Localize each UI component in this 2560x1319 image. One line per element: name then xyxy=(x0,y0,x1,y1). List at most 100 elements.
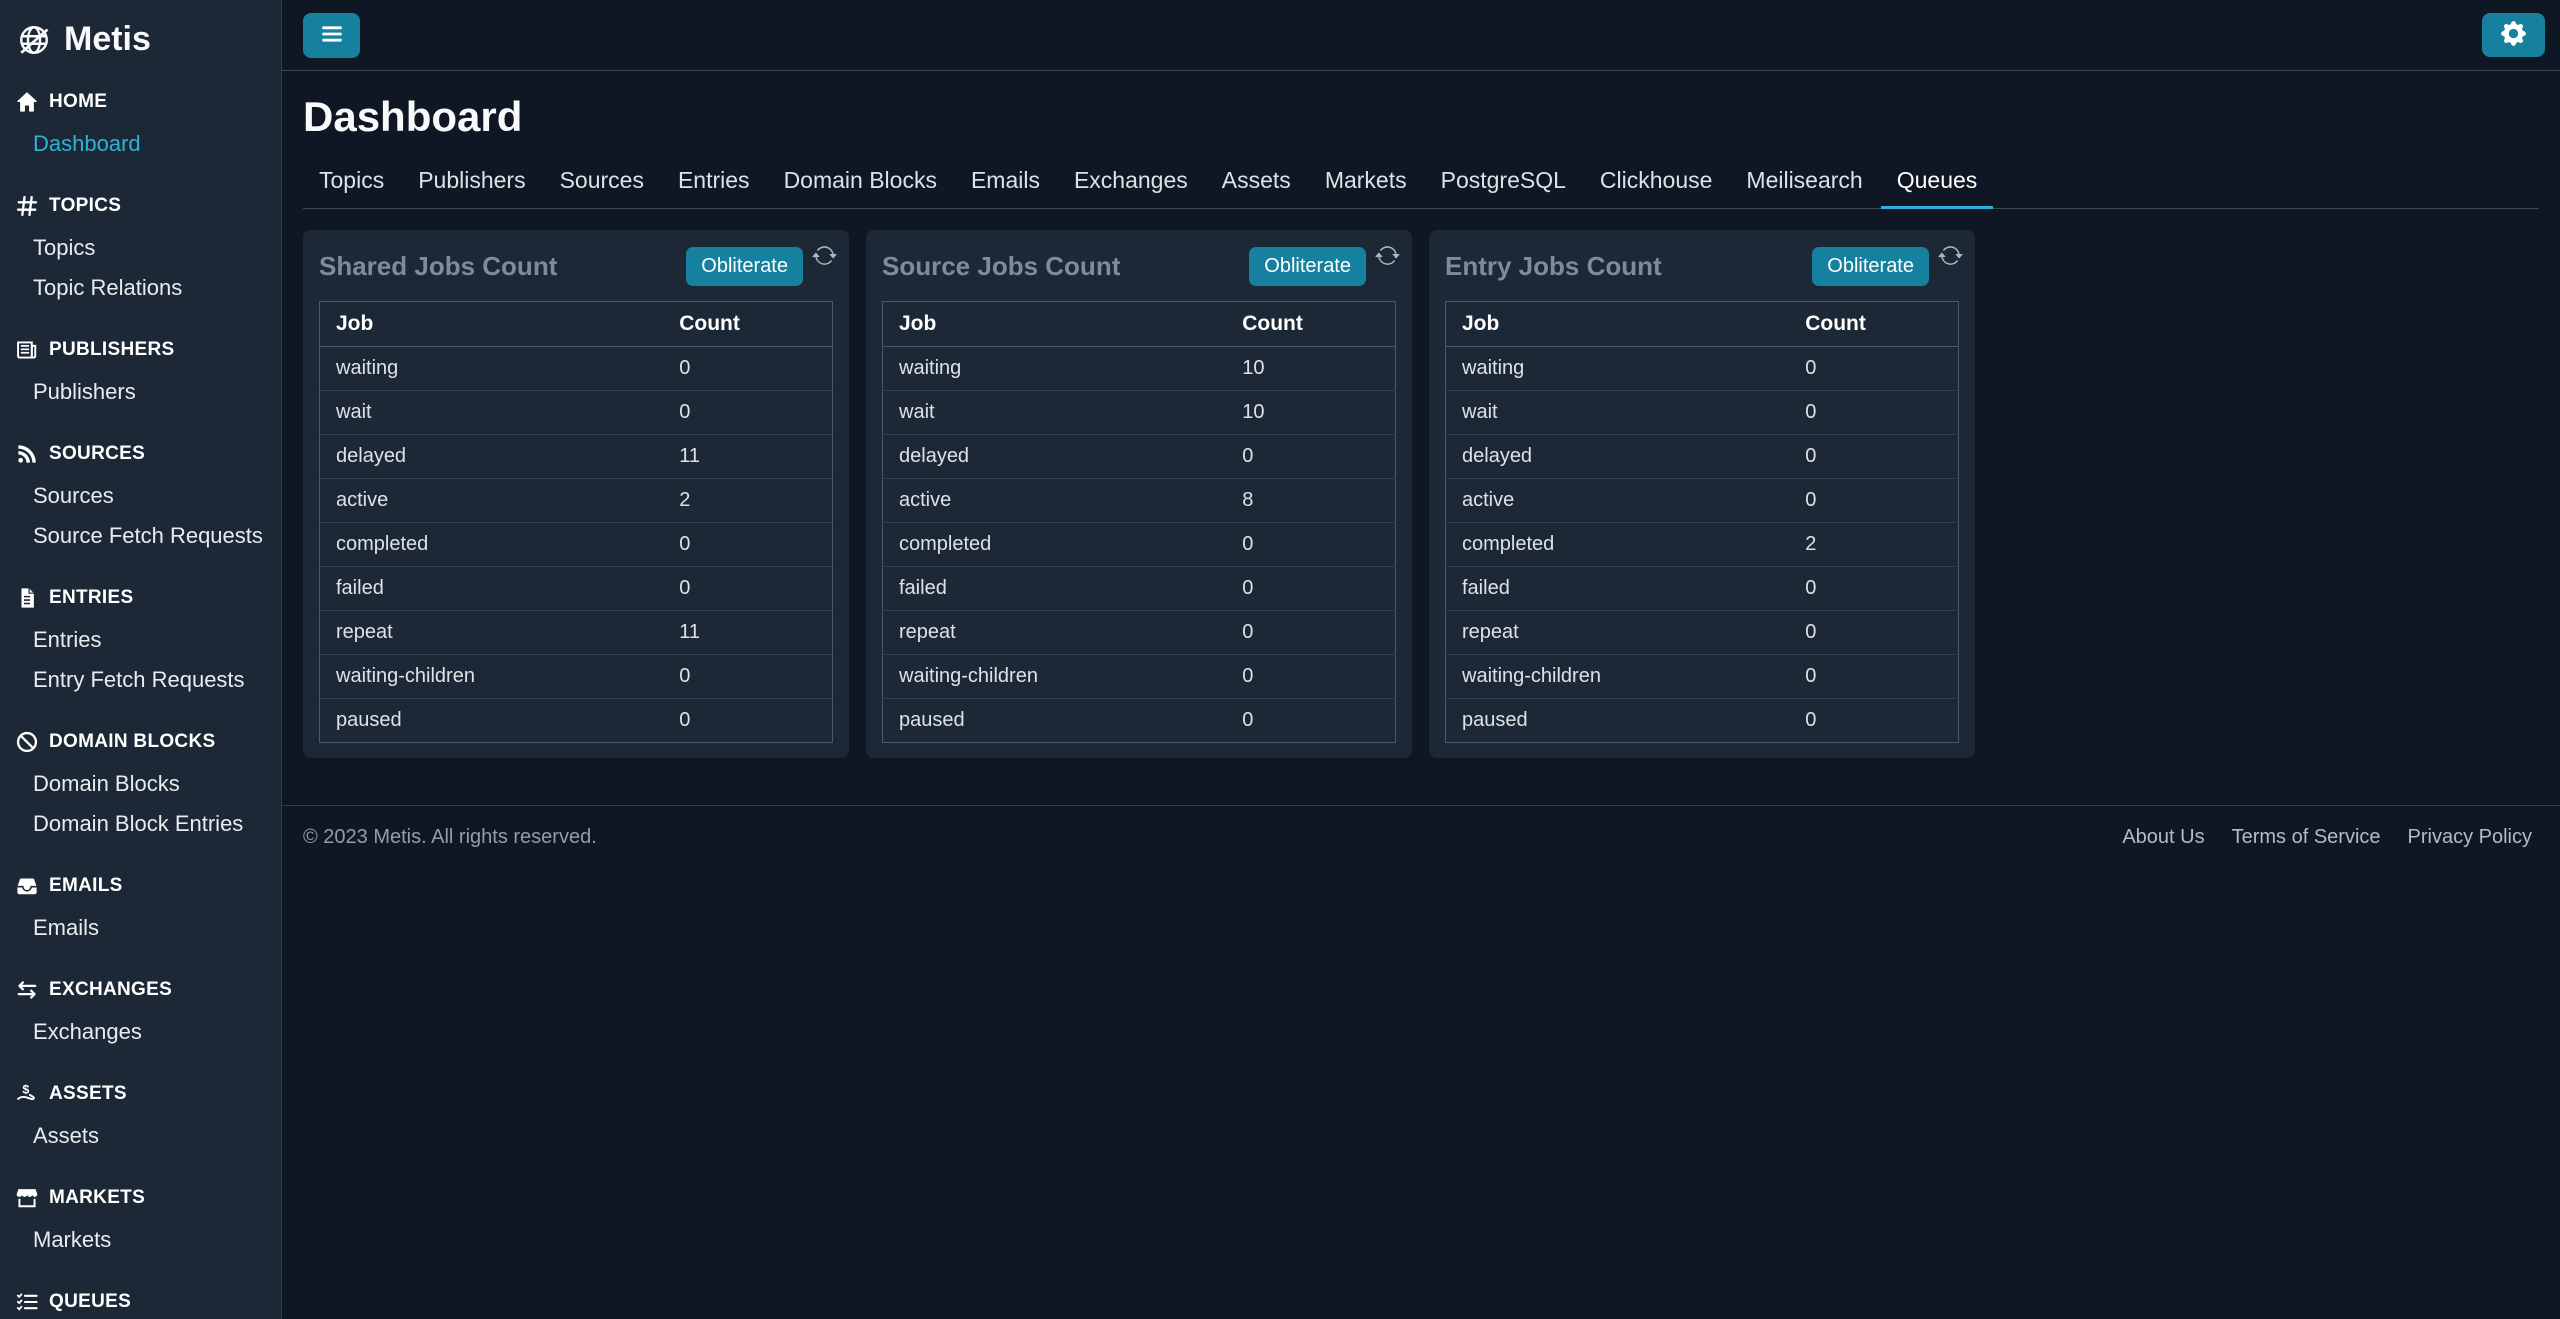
footer-links: About Us Terms of Service Privacy Policy xyxy=(2122,826,2532,849)
job-name-cell: delayed xyxy=(883,435,1227,479)
footer-link-privacy-policy[interactable]: Privacy Policy xyxy=(2408,826,2532,849)
jobs-table: JobCountwaiting0wait0delayed0active0comp… xyxy=(1445,301,1959,743)
tab-emails[interactable]: Emails xyxy=(955,157,1056,209)
job-name-cell: repeat xyxy=(1446,611,1790,655)
job-name-cell: delayed xyxy=(1446,435,1790,479)
store-icon xyxy=(16,1187,38,1209)
sidebar-item-domain-blocks[interactable]: Domain Blocks xyxy=(0,764,281,804)
topbar xyxy=(282,0,2560,71)
job-count-cell: 0 xyxy=(1226,611,1395,655)
column-header-count: Count xyxy=(663,302,832,347)
hand-dollar-icon: $ xyxy=(16,1083,38,1105)
column-header-count: Count xyxy=(1789,302,1958,347)
footer-link-about-us[interactable]: About Us xyxy=(2122,826,2204,849)
sidebar-item-topic-relations[interactable]: Topic Relations xyxy=(0,268,281,308)
sidebar-item-dashboard[interactable]: Dashboard xyxy=(0,124,281,164)
job-count-cell: 8 xyxy=(1226,479,1395,523)
main-area: Dashboard TopicsPublishersSourcesEntries… xyxy=(282,0,2560,1319)
job-count-cell: 11 xyxy=(663,435,832,479)
card-header: Source Jobs CountObliterate xyxy=(882,247,1396,286)
sidebar-heading-markets: MARKETS xyxy=(0,1185,281,1211)
exchange-arrows-icon xyxy=(16,979,38,1001)
sidebar-item-entries[interactable]: Entries xyxy=(0,620,281,660)
sidebar-section-publishers: PUBLISHERS Publishers xyxy=(0,337,281,412)
sidebar-item-topics[interactable]: Topics xyxy=(0,228,281,268)
tab-sources[interactable]: Sources xyxy=(544,157,660,209)
refresh-icon[interactable] xyxy=(1938,243,1963,268)
card-shared-jobs-count: Shared Jobs CountObliterateJobCountwaiti… xyxy=(303,230,849,758)
job-name-cell: completed xyxy=(883,523,1227,567)
tab-topics[interactable]: Topics xyxy=(303,157,400,209)
footer-copyright: © 2023 Metis. All rights reserved. xyxy=(303,826,597,849)
job-count-cell: 0 xyxy=(1789,435,1958,479)
sidebar: Metis HOMEDashboardTOPICSTopicsTopic Rel… xyxy=(0,0,282,1319)
job-name-cell: wait xyxy=(320,391,664,435)
settings-button[interactable] xyxy=(2482,13,2545,57)
tab-publishers[interactable]: Publishers xyxy=(402,157,541,209)
refresh-icon[interactable] xyxy=(1375,243,1400,268)
sidebar-item-markets[interactable]: Markets xyxy=(0,1220,281,1260)
job-name-cell: paused xyxy=(320,699,664,743)
globe-pen-icon xyxy=(16,22,52,58)
sidebar-item-domain-block-entries[interactable]: Domain Block Entries xyxy=(0,804,281,844)
table-row-waiting-children: waiting-children0 xyxy=(320,655,833,699)
tab-queues[interactable]: Queues xyxy=(1881,157,1994,209)
sidebar-item-exchanges[interactable]: Exchanges xyxy=(0,1012,281,1052)
card-source-jobs-count: Source Jobs CountObliterate JobCountwaiti… xyxy=(866,230,1412,758)
sidebar-heading-label: TOPICS xyxy=(49,195,121,217)
jobs-table: JobCountwaiting10wait10delayed0active8co… xyxy=(882,301,1396,743)
table-row-completed: completed0 xyxy=(320,523,833,567)
job-count-cell: 0 xyxy=(663,655,832,699)
jobs-table: JobCountwaiting0wait0delayed11active2com… xyxy=(319,301,833,743)
job-count-cell: 0 xyxy=(1226,435,1395,479)
menu-toggle-button[interactable] xyxy=(303,13,360,58)
obliterate-button[interactable]: Obliterate xyxy=(686,247,803,286)
sidebar-section-exchanges: EXCHANGES Exchanges xyxy=(0,977,281,1052)
job-name-cell: completed xyxy=(1446,523,1790,567)
table-row-failed: failed0 xyxy=(320,567,833,611)
table-row-delayed: delayed11 xyxy=(320,435,833,479)
sidebar-item-assets[interactable]: Assets xyxy=(0,1116,281,1156)
job-count-cell: 0 xyxy=(663,391,832,435)
sidebar-heading-exchanges: EXCHANGES xyxy=(0,977,281,1003)
tab-exchanges[interactable]: Exchanges xyxy=(1058,157,1204,209)
footer-link-terms-of-service[interactable]: Terms of Service xyxy=(2232,826,2381,849)
tab-domain-blocks[interactable]: Domain Blocks xyxy=(768,157,953,209)
sidebar-heading-emails: EMAILS xyxy=(0,873,281,899)
obliterate-button[interactable]: Obliterate xyxy=(1812,247,1929,286)
tab-meilisearch[interactable]: Meilisearch xyxy=(1730,157,1878,209)
table-row-repeat: repeat11 xyxy=(320,611,833,655)
table-row-repeat: repeat0 xyxy=(883,611,1396,655)
sidebar-item-entry-fetch-requests[interactable]: Entry Fetch Requests xyxy=(0,660,281,700)
column-header-job: Job xyxy=(320,302,664,347)
tab-entries[interactable]: Entries xyxy=(662,157,766,209)
tab-clickhouse[interactable]: Clickhouse xyxy=(1584,157,1729,209)
job-name-cell: wait xyxy=(883,391,1227,435)
table-row-paused: paused0 xyxy=(883,699,1396,743)
sidebar-item-emails[interactable]: Emails xyxy=(0,908,281,948)
svg-text:$: $ xyxy=(22,1083,29,1096)
sidebar-heading-label: ASSETS xyxy=(49,1083,127,1105)
card-header: Entry Jobs Count Obliterate xyxy=(1445,247,1959,286)
tab-postgresql[interactable]: PostgreSQL xyxy=(1425,157,1582,209)
job-count-cell: 0 xyxy=(1226,655,1395,699)
sidebar-item-publishers[interactable]: Publishers xyxy=(0,372,281,412)
sidebar-section-domain-blocks: DOMAIN BLOCKSDomain BlocksDomain Block E… xyxy=(0,729,281,844)
file-lines-icon xyxy=(16,587,38,609)
obliterate-button[interactable]: Obliterate xyxy=(1249,247,1366,286)
card-title: Entry Jobs Count xyxy=(1445,251,1662,282)
job-count-cell: 0 xyxy=(1789,391,1958,435)
sidebar-item-source-fetch-requests[interactable]: Source Fetch Requests xyxy=(0,516,281,556)
table-row-delayed: delayed0 xyxy=(883,435,1396,479)
refresh-icon[interactable] xyxy=(812,243,837,268)
tab-assets[interactable]: Assets xyxy=(1206,157,1307,209)
rss-icon xyxy=(16,443,38,465)
hashtag-icon xyxy=(16,195,38,217)
sidebar-section-emails: EMAILS Emails xyxy=(0,873,281,948)
table-row-delayed: delayed0 xyxy=(1446,435,1959,479)
tab-markets[interactable]: Markets xyxy=(1309,157,1423,209)
sidebar-nav: HOMEDashboardTOPICSTopicsTopic Relations… xyxy=(0,89,281,1319)
sidebar-item-sources[interactable]: Sources xyxy=(0,476,281,516)
sidebar-heading-label: PUBLISHERS xyxy=(49,339,174,361)
app-name: Metis xyxy=(64,20,151,59)
